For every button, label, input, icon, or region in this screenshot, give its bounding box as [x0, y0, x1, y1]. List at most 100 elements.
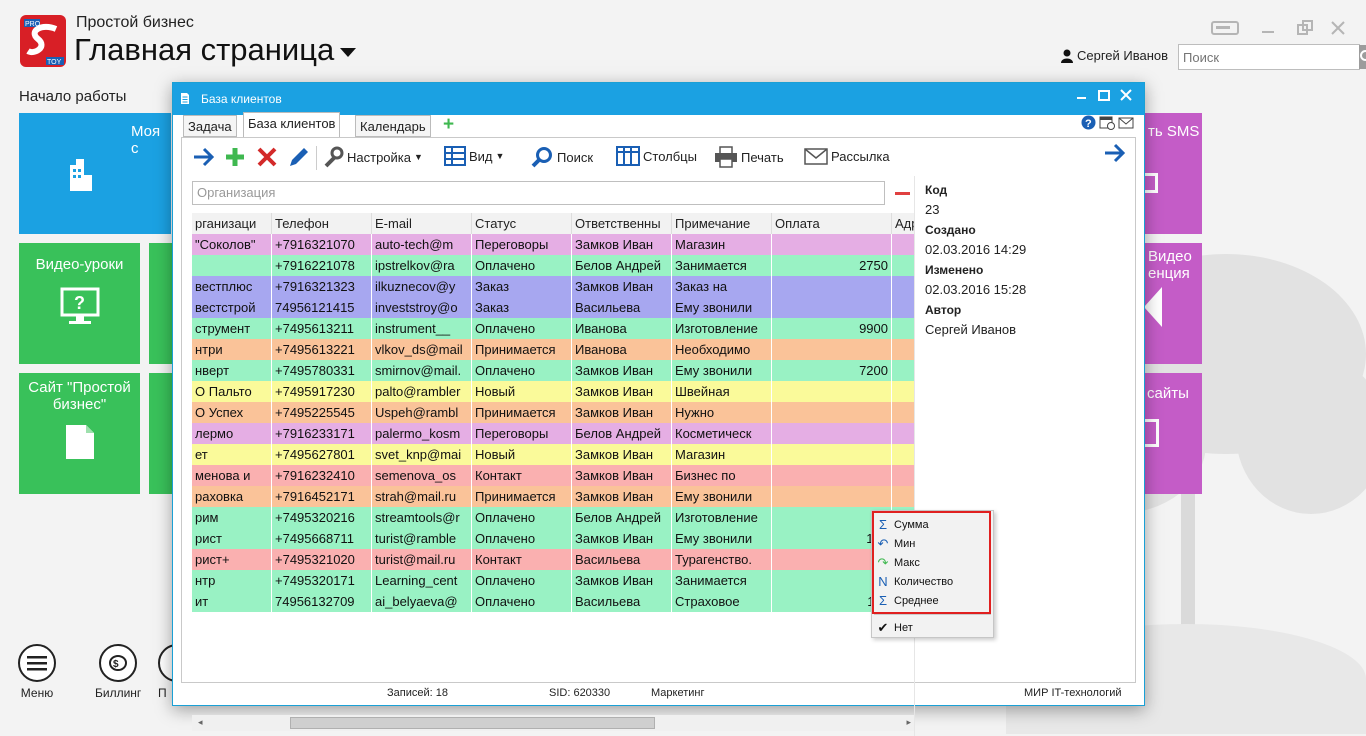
table-cell[interactable]: Замков Иван: [572, 360, 672, 381]
table-cell[interactable]: Нужно: [672, 402, 772, 423]
table-cell[interactable]: [772, 444, 892, 465]
user-menu[interactable]: Сергей Иванов: [1060, 48, 1168, 63]
calendar-clock-icon[interactable]: [1099, 115, 1115, 130]
table-cell[interactable]: +7495627801: [272, 444, 372, 465]
minimize-icon[interactable]: [1073, 87, 1091, 104]
horizontal-scrollbar[interactable]: ◂ ▸: [192, 715, 915, 731]
column-header[interactable]: Оплата: [772, 213, 892, 234]
table-cell[interactable]: Оплачено: [472, 360, 572, 381]
window-titlebar[interactable]: База клиентов: [173, 83, 1144, 115]
delete-button[interactable]: [256, 146, 278, 168]
table-cell[interactable]: Магазин: [672, 234, 772, 255]
table-cell[interactable]: Замков Иван: [572, 381, 672, 402]
table-cell[interactable]: Занимается: [672, 255, 772, 276]
scroll-left-icon[interactable]: ◂: [198, 717, 203, 728]
tile-video-conference[interactable]: Видео енция: [1144, 243, 1202, 364]
table-cell[interactable]: Занимается: [672, 570, 772, 591]
table-cell[interactable]: Белов Андрей: [572, 423, 672, 444]
table-cell[interactable]: ит: [192, 591, 272, 612]
table-cell[interactable]: vlkov_ds@mail: [372, 339, 472, 360]
table-cell[interactable]: раховка: [192, 486, 272, 507]
table-cell[interactable]: О Успех: [192, 402, 272, 423]
column-header[interactable]: рганизаци: [192, 213, 272, 234]
table-row[interactable]: струмент +7495613211 instrument__ Оплачено И…: [192, 318, 915, 339]
scrollbar-thumb[interactable]: [290, 717, 655, 729]
table-cell[interactable]: [892, 318, 915, 339]
tile-my-company[interactable]: Моя с: [19, 113, 171, 234]
table-cell[interactable]: Васильева: [572, 549, 672, 570]
page-title[interactable]: Главная страница: [74, 32, 357, 68]
table-cell[interactable]: palermo_kosm: [372, 423, 472, 444]
table-cell[interactable]: [892, 339, 915, 360]
table-cell[interactable]: Косметическ: [672, 423, 772, 444]
table-cell[interactable]: +7495613211: [272, 318, 372, 339]
table-cell[interactable]: Принимается: [472, 486, 572, 507]
table-cell[interactable]: instrument__: [372, 318, 472, 339]
tile-partial[interactable]: [149, 243, 172, 364]
tile-site[interactable]: Сайт "Простой бизнес": [19, 373, 140, 494]
table-cell[interactable]: +7495320171: [272, 570, 372, 591]
table-cell[interactable]: Замков Иван: [572, 276, 672, 297]
table-cell[interactable]: investstroy@o: [372, 297, 472, 318]
table-cell[interactable]: Uspeh@rambl: [372, 402, 472, 423]
table-cell[interactable]: Заказ на: [672, 276, 772, 297]
table-cell[interactable]: [772, 297, 892, 318]
tile-video-lessons[interactable]: Видео-уроки ?: [19, 243, 140, 364]
table-cell[interactable]: менова и: [192, 465, 272, 486]
table-cell[interactable]: Оплачено: [472, 570, 572, 591]
print-button[interactable]: Печать: [714, 146, 784, 168]
table-cell[interactable]: [772, 381, 892, 402]
table-cell[interactable]: [772, 423, 892, 444]
table-row[interactable]: "Соколов" +7916321070 auto-tech@m Переговор…: [192, 234, 915, 255]
table-cell[interactable]: Белов Андрей: [572, 507, 672, 528]
next-arrow-button[interactable]: [1103, 142, 1127, 169]
table-cell[interactable]: +7916321323: [272, 276, 372, 297]
search-button[interactable]: [1359, 45, 1366, 69]
table-cell[interactable]: Замков Иван: [572, 444, 672, 465]
table-cell[interactable]: 2750: [772, 255, 892, 276]
table-cell[interactable]: ai_belyaeva@: [372, 591, 472, 612]
table-cell[interactable]: +7916221078: [272, 255, 372, 276]
table-cell[interactable]: Замков Иван: [572, 402, 672, 423]
chevron-down-icon[interactable]: [340, 47, 357, 57]
table-cell[interactable]: +7916321070: [272, 234, 372, 255]
table-cell[interactable]: Оплачено: [472, 318, 572, 339]
table-cell[interactable]: [892, 297, 915, 318]
table-cell[interactable]: Новый: [472, 444, 572, 465]
table-cell[interactable]: semenova_os: [372, 465, 472, 486]
tab-task[interactable]: Задача: [183, 115, 237, 137]
table-cell[interactable]: Изготовление: [672, 507, 772, 528]
table-cell[interactable]: Переговоры: [472, 234, 572, 255]
tile-partial[interactable]: [149, 373, 172, 494]
table-cell[interactable]: Контакт: [472, 549, 572, 570]
table-row[interactable]: нтр +7495320171 Learning_cent Оплачено Замко…: [192, 570, 915, 591]
table-cell[interactable]: Ему звонили: [672, 297, 772, 318]
table-cell[interactable]: [892, 402, 915, 423]
table-cell[interactable]: нверт: [192, 360, 272, 381]
table-cell[interactable]: нтри: [192, 339, 272, 360]
column-header[interactable]: Телефон: [272, 213, 372, 234]
table-cell[interactable]: +7495780331: [272, 360, 372, 381]
column-header[interactable]: Статус: [472, 213, 572, 234]
table-cell[interactable]: 74956121415: [272, 297, 372, 318]
table-cell[interactable]: +7495225545: [272, 402, 372, 423]
column-header[interactable]: Ответственны: [572, 213, 672, 234]
table-cell[interactable]: [892, 360, 915, 381]
table-cell[interactable]: +7495613221: [272, 339, 372, 360]
table-cell[interactable]: рим: [192, 507, 272, 528]
table-cell[interactable]: Замков Иван: [572, 486, 672, 507]
table-cell[interactable]: [892, 423, 915, 444]
table-cell[interactable]: Васильева: [572, 591, 672, 612]
table-cell[interactable]: Переговоры: [472, 423, 572, 444]
table-row[interactable]: О Пальто +7495917230 palto@rambler Новый Зам…: [192, 381, 915, 402]
table-cell[interactable]: [892, 255, 915, 276]
table-cell[interactable]: 9900: [772, 318, 892, 339]
table-row[interactable]: О Успех +7495225545 Uspeh@rambl Принимается…: [192, 402, 915, 423]
table-cell[interactable]: strah@mail.ru: [372, 486, 472, 507]
edit-button[interactable]: [286, 146, 310, 168]
table-cell[interactable]: Замков Иван: [572, 528, 672, 549]
table-cell[interactable]: +7916452171: [272, 486, 372, 507]
columns-button[interactable]: Столбцы: [616, 146, 697, 166]
table-cell[interactable]: +7495321020: [272, 549, 372, 570]
table-cell[interactable]: [772, 234, 892, 255]
